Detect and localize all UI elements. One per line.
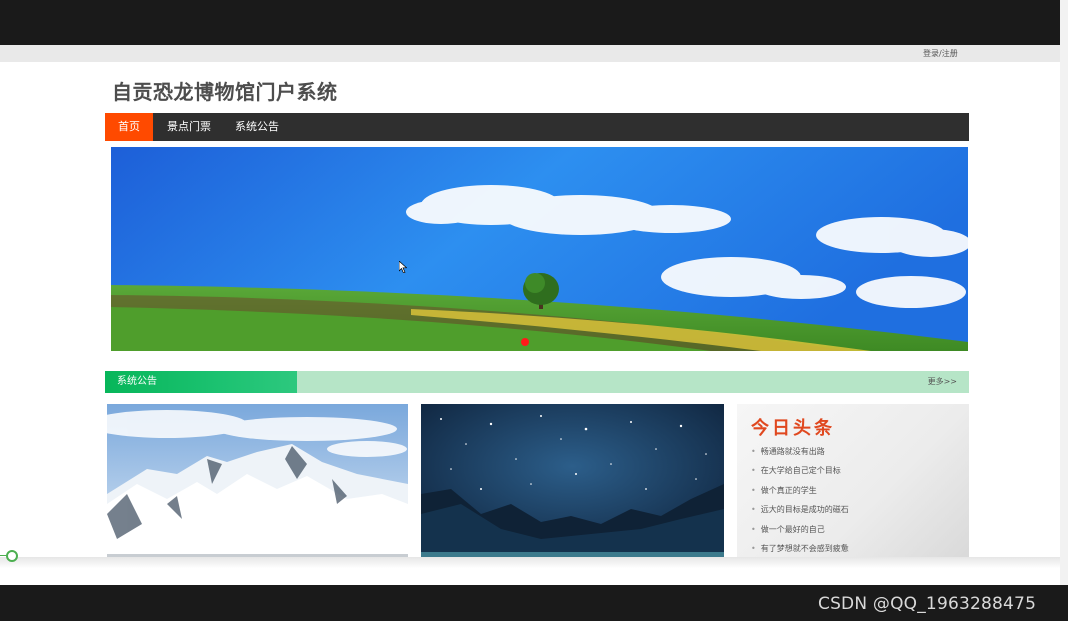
news-item[interactable]: 做一个最好的自己 — [751, 524, 849, 543]
notice-section-header: 系统公告 更多>> — [105, 371, 969, 393]
more-link[interactable]: 更多>> — [928, 371, 957, 393]
news-item[interactable]: 远大的目标是成功的磁石 — [751, 504, 849, 523]
mouse-cursor-icon — [399, 261, 407, 273]
image-card-starry-lake[interactable] — [421, 404, 724, 560]
news-card-title: 今日头条 — [751, 418, 835, 439]
main-nav: 首页 景点门票 系统公告 — [105, 113, 969, 141]
image-card-snow-mountain[interactable] — [107, 404, 408, 560]
screen-top-bar — [0, 0, 1060, 45]
site-title: 自贡恐龙博物馆门户系统 — [112, 80, 338, 104]
news-item[interactable]: 在大学给自己定个目标 — [751, 465, 849, 484]
headline-news-card: 今日头条 畅通路就没有出路 在大学给自己定个目标 做个真正的学生 远大的目标是成… — [737, 404, 969, 560]
watermark-text: CSDN @QQ_1963288475 — [818, 594, 1037, 614]
progress-handle-icon[interactable] — [6, 550, 18, 562]
news-item[interactable]: 畅通路就没有出路 — [751, 446, 849, 465]
login-register-link[interactable]: 登录/注册 — [923, 48, 958, 59]
nav-item-notices[interactable]: 系统公告 — [235, 113, 279, 141]
carousel-indicator-dot[interactable] — [521, 338, 529, 346]
banner-carousel[interactable] — [111, 147, 968, 351]
nav-item-home[interactable]: 首页 — [105, 113, 153, 141]
window-edge — [1060, 0, 1068, 585]
login-bar: 登录/注册 — [0, 45, 1060, 62]
news-item[interactable]: 做个真正的学生 — [751, 485, 849, 504]
news-list: 畅通路就没有出路 在大学给自己定个目标 做个真正的学生 远大的目标是成功的磁石 … — [751, 446, 849, 560]
nav-item-tickets[interactable]: 景点门票 — [167, 113, 211, 141]
notice-section-title: 系统公告 — [105, 371, 297, 393]
scroll-fade — [0, 557, 1060, 585]
